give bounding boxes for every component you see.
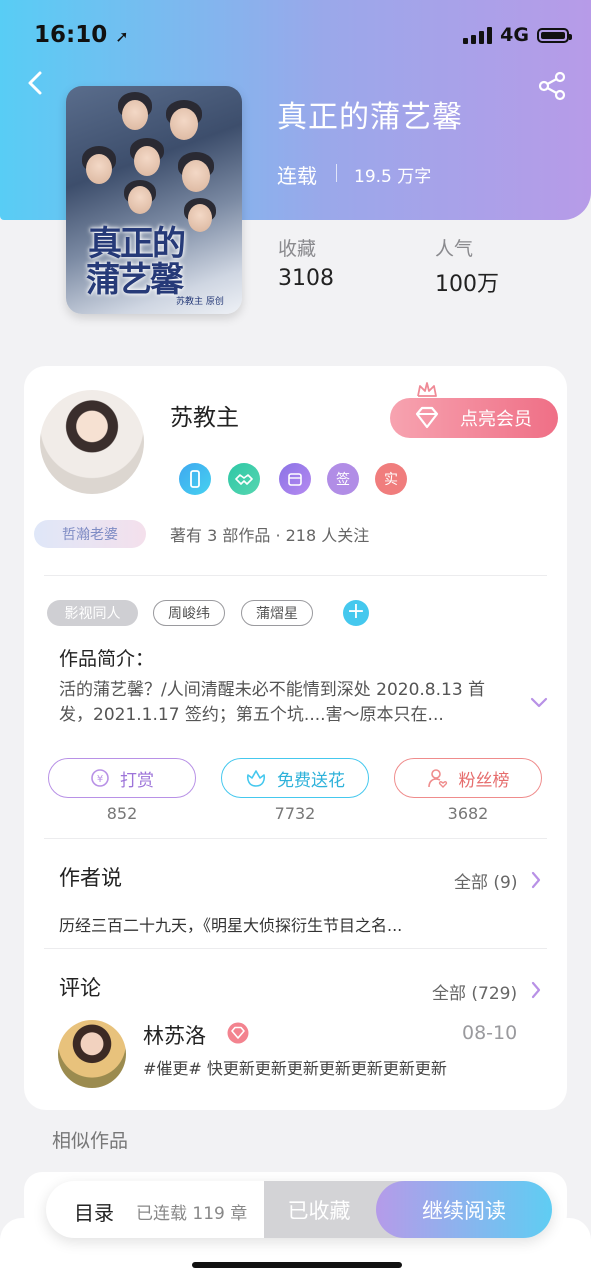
vip-button-label: 点亮会员 — [460, 409, 532, 430]
chevron-right-icon[interactable] — [530, 980, 542, 1000]
author-says-title: 作者说 — [59, 866, 122, 890]
status-indicators: 4G — [463, 24, 572, 46]
book-word-count: 19.5 万字 — [354, 167, 432, 187]
battery-icon — [537, 27, 572, 43]
book-cover[interactable]: 真正的 蒲艺馨 苏教主 原创 — [66, 86, 242, 314]
chevron-right-icon[interactable] — [530, 870, 542, 890]
comments-more[interactable]: 全部 (729) — [432, 979, 517, 1004]
favorites-label: 收藏 — [278, 238, 317, 260]
handshake-badge-icon[interactable] — [228, 463, 260, 495]
author-fan-badge: 哲瀚老婆 — [34, 520, 146, 548]
collected-label: 已收藏 — [287, 1198, 351, 1223]
verified-badge-text: 实 — [384, 472, 398, 488]
divider — [44, 948, 547, 949]
author-says-text[interactable]: 历经三百二十九天，《明星大侦探衍生节目之名... — [59, 912, 402, 936]
cover-subtitle: 苏教主 原创 — [176, 297, 224, 307]
tag-category[interactable]: 影视同人 — [47, 600, 138, 626]
signed-badge[interactable]: 签 — [327, 463, 359, 495]
book-title: 真正的蒲艺馨 — [277, 100, 463, 135]
chapter-count: 已连载 119 章 — [136, 1204, 248, 1224]
yen-icon: ¥ — [91, 769, 109, 787]
author-says-more[interactable]: 全部 (9) — [454, 868, 517, 893]
tag-item[interactable]: 蒲熠星 — [241, 600, 313, 626]
status-time: 16:10 ➚ — [34, 22, 129, 48]
comment-text[interactable]: #催更# 快更新更新更新更新更新更新更新 — [143, 1055, 447, 1079]
tag-item[interactable]: 周峻纬 — [153, 600, 225, 626]
intro-text: 活的蒲艺馨？/人间清醒未必不能情到深处 2020.8.13 首发，2021.1.… — [59, 680, 486, 725]
fan-ranking-label: 粉丝榜 — [458, 770, 510, 791]
vip-diamond-icon — [227, 1022, 249, 1044]
favorites-value: 3108 — [278, 266, 334, 291]
signed-badge-text: 签 — [336, 472, 350, 488]
flower-icon — [246, 770, 266, 787]
phone-badge-icon[interactable] — [179, 463, 211, 495]
send-flower-button[interactable]: 免费送花 — [221, 758, 369, 798]
book-status: 连载 — [277, 164, 317, 188]
popularity-label: 人气 — [435, 238, 474, 260]
verified-badge[interactable]: 实 — [375, 463, 407, 495]
share-icon[interactable] — [536, 70, 568, 102]
svg-text:¥: ¥ — [97, 774, 103, 785]
toc-button[interactable]: 目录 — [74, 1197, 114, 1226]
commenter-name[interactable]: 林苏洛 — [143, 1020, 206, 1050]
cover-title-line1: 真正的 — [88, 224, 186, 264]
author-fan-badge-text: 哲瀚老婆 — [62, 527, 118, 543]
calendar-badge-icon[interactable] — [279, 463, 311, 495]
reward-count: 852 — [106, 804, 138, 823]
network-label: 4G — [500, 24, 529, 46]
author-meta: 著有 3 部作品 · 218 人关注 — [170, 526, 370, 545]
send-flower-label: 免费送花 — [277, 770, 345, 791]
divider — [44, 838, 547, 839]
commenter-avatar[interactable] — [58, 1020, 126, 1088]
status-time-text: 16:10 — [34, 22, 108, 48]
continue-reading-button[interactable]: 继续阅读 — [376, 1181, 552, 1238]
chevron-down-icon[interactable] — [529, 696, 549, 710]
similar-works-title: 相似作品 — [52, 1130, 129, 1152]
crown-icon — [417, 382, 437, 397]
reward-label: 打赏 — [120, 770, 154, 791]
divider — [44, 575, 547, 576]
fan-ranking-button[interactable]: 粉丝榜 — [394, 758, 542, 798]
fan-count: 3682 — [447, 804, 489, 823]
signal-icon — [463, 26, 493, 44]
back-icon[interactable] — [22, 68, 52, 98]
author-avatar[interactable] — [40, 390, 144, 494]
user-heart-icon — [427, 769, 447, 788]
cover-title-line2: 蒲艺馨 — [86, 260, 184, 300]
comments-title: 评论 — [59, 976, 101, 1000]
home-indicator — [192, 1262, 402, 1268]
reward-button[interactable]: ¥ 打赏 — [48, 758, 196, 798]
author-name[interactable]: 苏教主 — [170, 398, 239, 432]
comment-date: 08-10 — [462, 1022, 518, 1044]
diamond-icon — [415, 406, 439, 429]
intro-title: 作品简介： — [59, 648, 155, 670]
continue-reading-label: 继续阅读 — [422, 1198, 506, 1223]
flower-count: 7732 — [274, 804, 316, 823]
location-icon: ➚ — [115, 27, 129, 46]
add-tag-button[interactable]: + — [343, 600, 369, 626]
cover-title: 真正的 蒲艺馨 — [86, 224, 186, 300]
popularity-value: 100万 — [435, 272, 499, 297]
divider — [336, 164, 337, 182]
